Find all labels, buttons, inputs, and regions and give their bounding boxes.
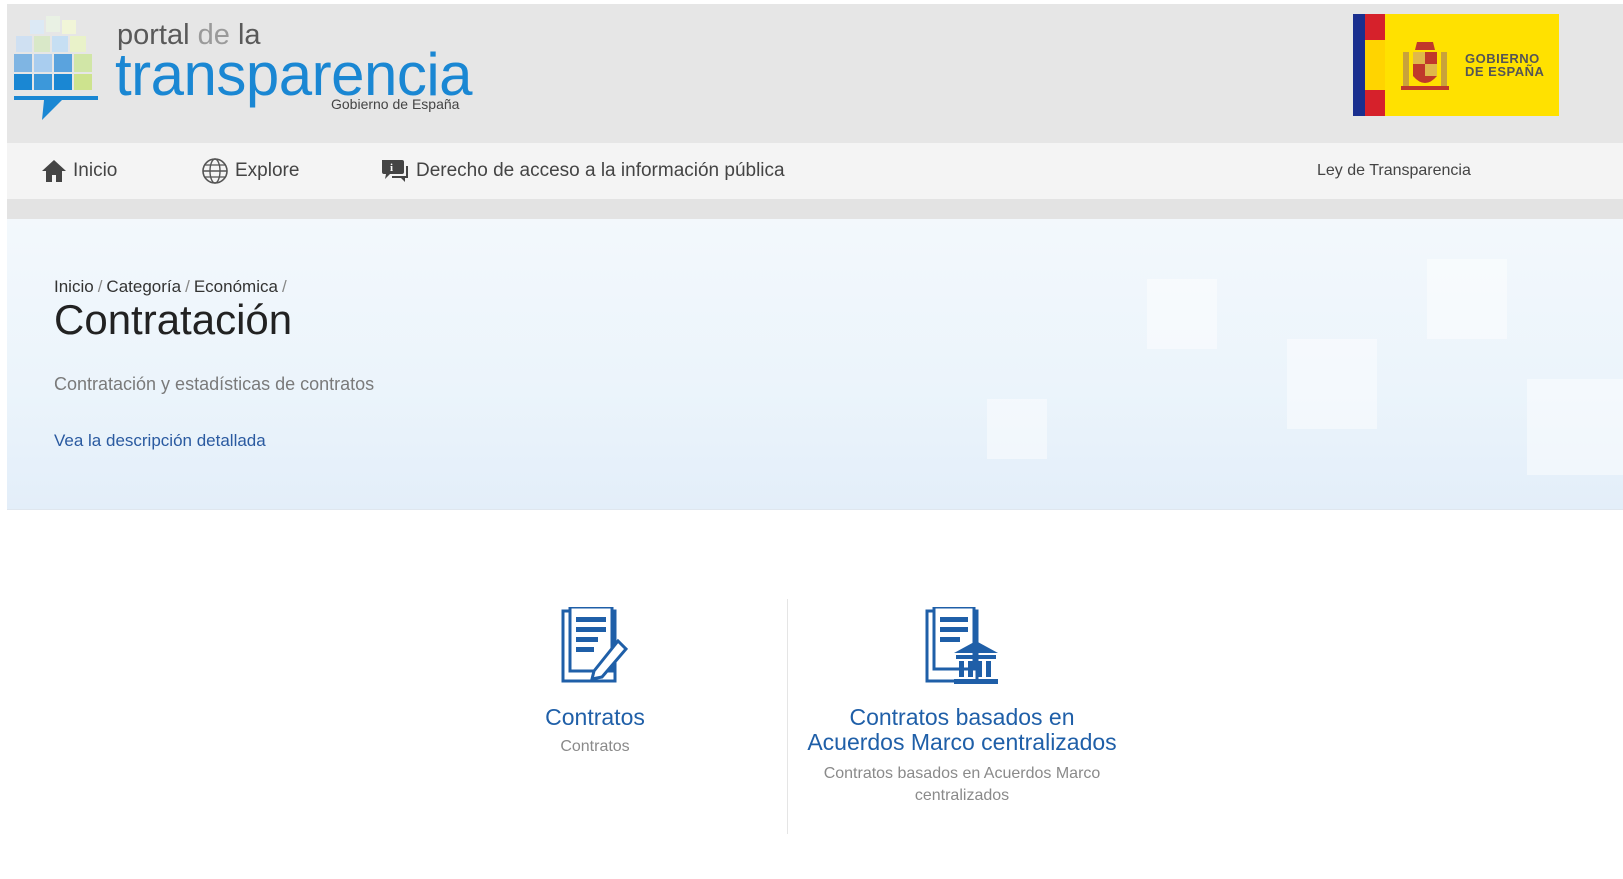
globe-icon xyxy=(202,158,228,184)
speech-bubble-icon: i xyxy=(382,160,408,182)
nav-item-derecho-acceso[interactable]: i Derecho de acceso a la información púb… xyxy=(380,143,785,199)
ley-transparencia-link[interactable]: Ley de Transparencia xyxy=(1317,143,1471,199)
nav-label-derecho-acceso: Derecho de acceso a la información públi… xyxy=(416,160,785,181)
breadcrumb-separator: / xyxy=(97,277,103,296)
breadcrumb-separator: / xyxy=(281,277,287,296)
decor-square xyxy=(1527,379,1623,475)
site-header: portal de la transparencia Gobierno de E… xyxy=(7,4,1623,143)
nav-label-inicio: Inicio xyxy=(73,160,118,181)
flag-yellow xyxy=(1365,40,1385,90)
nav-item-inicio[interactable]: Inicio xyxy=(41,143,117,199)
gobierno-espana-logo[interactable]: GOBIERNO DE ESPAÑA xyxy=(1353,14,1559,116)
decor-square xyxy=(1287,339,1377,429)
eu-stripe xyxy=(1353,14,1365,116)
main-nav: Inicio Explore i Derecho de acceso a la … xyxy=(7,143,1623,199)
card-title-acuerdos-marco: Contratos basados en Acuerdos Marco cent… xyxy=(807,704,1117,755)
flag-red-top xyxy=(1365,14,1385,40)
card-title-contratos: Contratos xyxy=(545,704,645,730)
breadcrumb-inicio[interactable]: Inicio xyxy=(54,277,94,296)
document-edit-icon xyxy=(561,607,629,683)
home-icon xyxy=(42,160,66,182)
document-institution-icon xyxy=(925,607,998,684)
gov-line2: DE ESPAÑA xyxy=(1465,64,1545,79)
decor-square xyxy=(1147,279,1217,349)
flag-red-bottom xyxy=(1365,90,1385,116)
page-frame: portal de la transparencia Gobierno de E… xyxy=(7,4,1623,879)
nav-label-explore: Explore xyxy=(235,160,300,181)
page-description: Contratación y estadísticas de contratos xyxy=(54,374,375,394)
nav-shadow-bar xyxy=(7,199,1623,219)
nav-item-explore[interactable]: Explore xyxy=(201,143,299,199)
svg-text:i: i xyxy=(390,162,393,174)
breadcrumb: Inicio / Categoría / Económica / xyxy=(54,277,291,297)
card-divider xyxy=(787,599,788,834)
page-title: Contratación xyxy=(54,296,293,343)
breadcrumb-economica[interactable]: Económica xyxy=(194,277,278,296)
portal-logo[interactable] xyxy=(12,16,102,126)
gobierno-text: GOBIERNO DE ESPAÑA xyxy=(1465,52,1544,78)
detailed-description-link[interactable]: Vea la descripción detallada xyxy=(54,431,266,451)
decor-square xyxy=(987,399,1047,459)
brand-subtitle: Gobierno de España xyxy=(331,96,460,112)
card-contratos[interactable]: Contratos Contratos xyxy=(495,607,695,758)
coat-of-arms-icon xyxy=(1401,42,1449,90)
breadcrumb-categoria[interactable]: Categoría xyxy=(106,277,181,296)
hero-banner: Inicio / Categoría / Económica / Contratación… xyxy=(7,219,1623,510)
decor-square xyxy=(1427,259,1507,339)
card-subtitle-acuerdos-marco: Contratos basados en Acuerdos Marco cent… xyxy=(823,765,1101,804)
breadcrumb-separator: / xyxy=(185,277,190,296)
card-subtitle-contratos: Contratos xyxy=(560,738,630,755)
card-acuerdos-marco[interactable]: Contratos basados en Acuerdos Marco cent… xyxy=(807,607,1117,807)
